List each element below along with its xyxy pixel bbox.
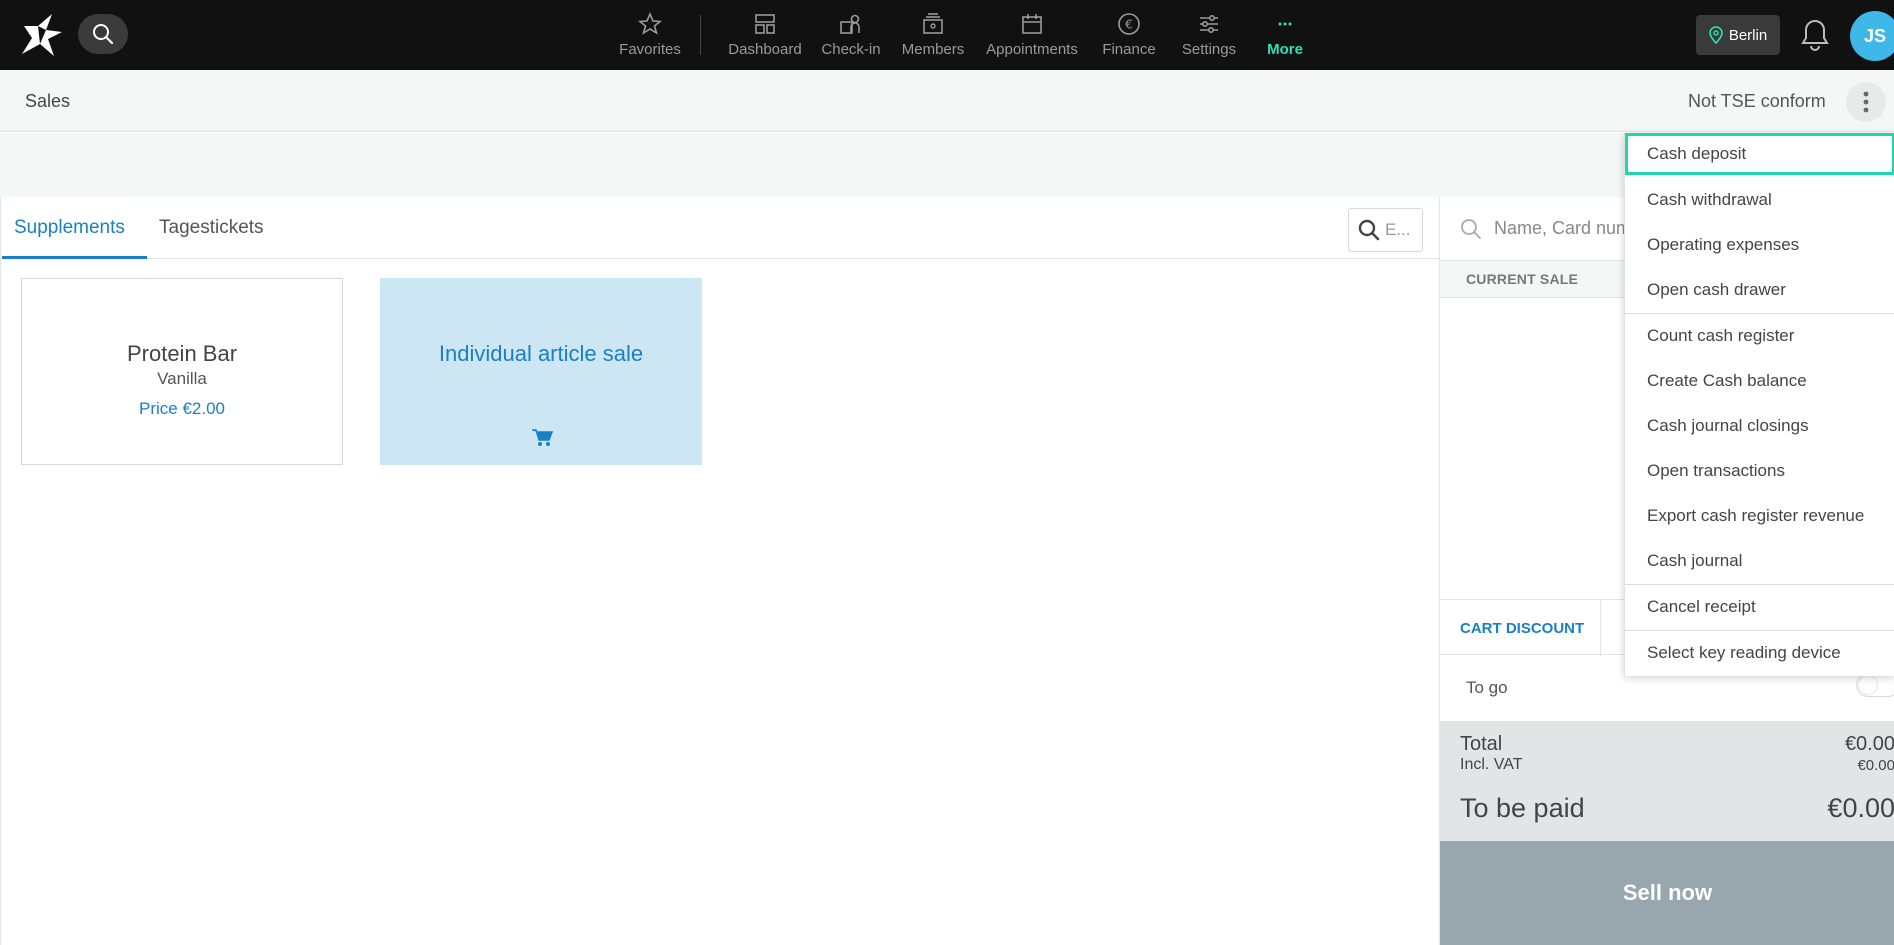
cash-actions-menu: Cash deposit Cash withdrawal Operating e… xyxy=(1624,133,1894,676)
divider xyxy=(1600,600,1601,656)
product-filter-input[interactable]: E... xyxy=(1348,208,1423,252)
menu-item-open-transactions[interactable]: Open transactions xyxy=(1625,451,1894,491)
category-tabs: Supplements Tagestickets E... xyxy=(1,197,1440,259)
euro-icon: € xyxy=(1118,13,1140,35)
search-icon xyxy=(93,24,114,45)
total-value: €0.00 xyxy=(1844,733,1894,755)
menu-item-export-revenue[interactable]: Export cash register revenue xyxy=(1625,496,1894,536)
total-label: Total xyxy=(1460,733,1503,755)
kebab-menu-icon xyxy=(1863,91,1869,113)
user-avatar[interactable]: JS xyxy=(1850,11,1894,61)
menu-item-cancel-receipt[interactable]: Cancel receipt xyxy=(1625,587,1894,627)
tab-tagestickets[interactable]: Tagestickets xyxy=(159,217,264,239)
sliders-icon xyxy=(1200,14,1218,34)
page-title: Sales xyxy=(25,91,71,111)
nav-appointments[interactable]: Appointments xyxy=(981,0,1083,70)
totals-summary: Total €0.00 Incl. VAT €0.00 To be paid €… xyxy=(1440,721,1894,841)
nav-divider xyxy=(700,15,701,55)
to-go-label: To go xyxy=(1466,678,1508,697)
members-icon xyxy=(923,13,943,34)
star-icon xyxy=(638,12,662,35)
menu-item-open-cash-drawer[interactable]: Open cash drawer xyxy=(1625,270,1894,310)
search-icon xyxy=(1358,219,1380,241)
product-name: Protein Bar xyxy=(126,341,238,366)
product-card-protein-bar[interactable]: Protein Bar Vanilla Price €2.00 xyxy=(21,278,343,465)
nav-favorites[interactable]: Favorites xyxy=(612,0,688,70)
vat-label: Incl. VAT xyxy=(1460,756,1523,773)
check-in-icon xyxy=(840,14,860,34)
menu-separator xyxy=(1625,584,1894,585)
menu-item-cash-journal-closings[interactable]: Cash journal closings xyxy=(1625,406,1894,446)
tab-supplements[interactable]: Supplements xyxy=(14,217,125,239)
product-name: Individual article sale xyxy=(438,341,644,366)
nav-settings[interactable]: Settings xyxy=(1176,0,1242,70)
menu-item-create-cash-balance[interactable]: Create Cash balance xyxy=(1625,361,1894,401)
svg-text:€: € xyxy=(1125,18,1133,32)
brand-logo-icon[interactable] xyxy=(18,12,66,58)
product-card-individual-article[interactable]: Individual article sale xyxy=(380,278,702,465)
nav-dashboard[interactable]: Dashboard xyxy=(723,0,807,70)
product-variant: Vanilla xyxy=(157,369,207,388)
menu-separator xyxy=(1625,313,1894,314)
menu-item-operating-expenses[interactable]: Operating expenses xyxy=(1625,225,1894,265)
map-pin-icon xyxy=(1709,26,1723,44)
nav-check-in[interactable]: Check-in xyxy=(818,0,884,70)
tse-status: Not TSE conform xyxy=(1688,91,1826,111)
dashboard-icon xyxy=(755,14,775,34)
cart-discount-button[interactable]: CART DISCOUNT xyxy=(1460,620,1584,637)
sell-now-button[interactable]: Sell now xyxy=(1440,841,1894,945)
to-be-paid-label: To be paid xyxy=(1460,793,1585,823)
to-go-toggle[interactable] xyxy=(1856,673,1894,697)
cart-icon xyxy=(532,429,553,446)
menu-item-cash-withdrawal[interactable]: Cash withdrawal xyxy=(1625,180,1894,220)
menu-item-cash-deposit[interactable]: Cash deposit xyxy=(1625,133,1894,175)
search-icon xyxy=(1461,218,1481,239)
bell-icon[interactable] xyxy=(1800,18,1830,52)
calendar-icon xyxy=(1022,14,1042,34)
vat-value: €0.00 xyxy=(1857,757,1894,774)
top-navigation-bar: Favorites Dashboard Check-in Members App… xyxy=(0,0,1894,70)
location-selector[interactable]: Berlin xyxy=(1696,15,1780,55)
menu-separator xyxy=(1625,630,1894,631)
nav-more[interactable]: More xyxy=(1262,0,1308,70)
product-price: Price €2.00 xyxy=(139,399,225,418)
toolbar-band xyxy=(0,133,1894,197)
product-panel: Supplements Tagestickets E... Protein Ba… xyxy=(0,197,1440,945)
nav-members[interactable]: Members xyxy=(898,0,968,70)
page-header: Sales Not TSE conform xyxy=(0,70,1894,132)
more-dots-icon xyxy=(1278,22,1292,26)
menu-item-count-cash-register[interactable]: Count cash register xyxy=(1625,316,1894,356)
menu-item-select-key-reader[interactable]: Select key reading device xyxy=(1625,633,1894,673)
menu-item-cash-journal[interactable]: Cash journal xyxy=(1625,541,1894,581)
more-actions-button[interactable] xyxy=(1846,82,1886,122)
nav-finance[interactable]: € Finance xyxy=(1099,0,1159,70)
to-be-paid-value: €0.00 xyxy=(1827,793,1894,823)
global-search-button[interactable] xyxy=(78,14,128,54)
active-tab-indicator xyxy=(2,256,147,259)
